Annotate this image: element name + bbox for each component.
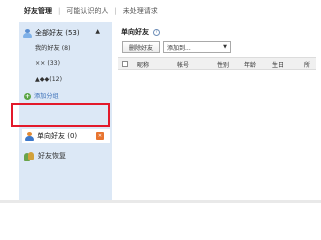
column-header-age[interactable]: 年龄: [244, 60, 256, 69]
sidebar-item-oneway-friends[interactable]: 单向好友 (0) ✕: [22, 129, 110, 143]
page-title-text: 单向好友: [121, 28, 149, 36]
nav-separator: |: [58, 7, 61, 15]
friends-table-body: [118, 70, 316, 200]
plus-icon: +: [24, 93, 31, 100]
sidebar-item-group-3[interactable]: ▲◆◆(12): [35, 74, 62, 85]
friend-group-sidebar: 全部好友 (53) ▲ 我的好友 (8) ×× (33) ▲◆◆(12) + 添…: [19, 22, 112, 203]
all-friends-group[interactable]: 全部好友 (53) ▲: [19, 26, 112, 40]
column-header-nickname[interactable]: 昵称: [137, 60, 149, 69]
column-header-gender[interactable]: 性别: [217, 60, 229, 69]
collapse-icon[interactable]: ▲: [95, 28, 100, 35]
oneway-friends-label: 单向好友 (0): [37, 132, 78, 140]
add-group-label: 添加分组: [34, 93, 59, 100]
chevron-down-icon: ▼: [223, 44, 227, 50]
person-icon: [25, 131, 34, 141]
nav-pending-requests[interactable]: 未处理请求: [123, 6, 158, 16]
bottom-divider: [0, 200, 321, 203]
help-icon[interactable]: ?: [153, 28, 160, 36]
sidebar-item-friend-restore[interactable]: 好友恢复: [24, 150, 66, 162]
friends-table-header: 昵称 帐号 性别 年龄 生日 所: [118, 57, 316, 70]
column-header-location[interactable]: 所: [304, 60, 310, 69]
friend-manager-page: 好友管理 | 可能认识的人 | 未处理请求 全部好友 (53) ▲ 我的好友 (…: [0, 0, 321, 203]
friends-pair-icon: [24, 151, 35, 161]
all-friends-label: 全部好友 (53): [35, 29, 80, 37]
top-nav: 好友管理 | 可能认识的人 | 未处理请求: [24, 5, 158, 17]
column-header-birthday[interactable]: 生日: [272, 60, 284, 69]
friends-group-icon: [23, 28, 32, 38]
friend-restore-label: 好友恢复: [38, 152, 66, 160]
add-group-link[interactable]: + 添加分组: [24, 91, 59, 102]
page-title: 单向好友 ?: [121, 27, 160, 37]
delete-icon[interactable]: ✕: [96, 132, 104, 140]
sidebar-item-my-friends[interactable]: 我的好友 (8): [35, 43, 70, 54]
add-to-group-value: 添加到...: [167, 44, 191, 52]
sidebar-item-group-2[interactable]: ×× (33): [35, 58, 60, 69]
column-header-account[interactable]: 帐号: [177, 60, 189, 69]
nav-separator: |: [114, 7, 117, 15]
nav-people-you-may-know[interactable]: 可能认识的人: [66, 6, 108, 16]
add-to-group-select[interactable]: 添加到... ▼: [163, 41, 231, 53]
select-all-checkbox[interactable]: [122, 61, 128, 67]
nav-friend-management[interactable]: 好友管理: [24, 6, 52, 16]
delete-friend-button[interactable]: 删除好友: [122, 41, 160, 53]
